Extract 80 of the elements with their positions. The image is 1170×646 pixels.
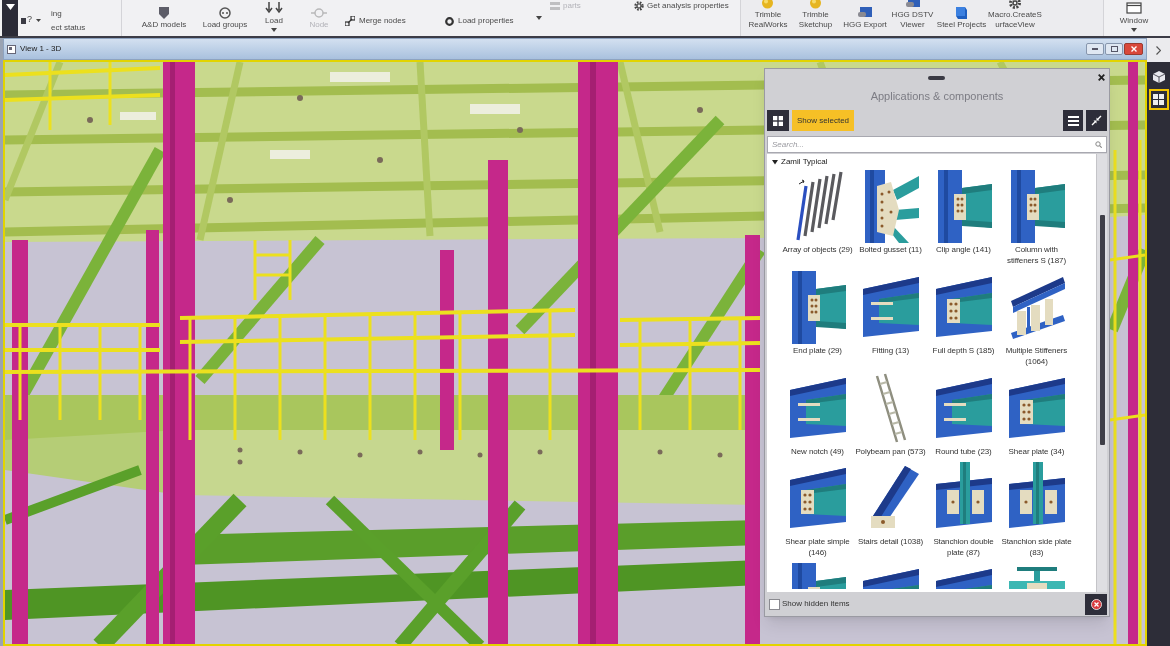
component-tile[interactable]: End plate (29) xyxy=(781,271,854,356)
scrollbar-thumb[interactable] xyxy=(1100,215,1105,445)
close-icon xyxy=(1130,46,1137,52)
show-selected-button[interactable]: Show selected xyxy=(792,110,855,131)
component-tile[interactable]: Fitting (13) xyxy=(854,271,927,356)
caret-icon xyxy=(5,4,15,10)
window-title: View 1 - 3D xyxy=(20,44,62,54)
frame-icon xyxy=(7,44,16,54)
ribbon-button[interactable]: Load groups xyxy=(202,7,248,30)
checkbox-label: Show hidden items xyxy=(782,599,850,609)
component-tile[interactable]: Shear plate simple (146) xyxy=(781,462,854,558)
caret-icon xyxy=(1131,28,1137,32)
component-tile[interactable]: New notch (49) xyxy=(781,372,854,457)
ladder xyxy=(253,240,292,300)
tile-icon xyxy=(904,0,921,9)
list-icon xyxy=(1067,115,1079,126)
tile-icon xyxy=(857,7,873,19)
close-button[interactable] xyxy=(1097,73,1106,82)
ribbon-button[interactable]: Macro.CreateS urfaceView xyxy=(988,0,1042,30)
component-tile[interactable]: Stairs detail (1038) xyxy=(854,462,927,547)
grid-icon xyxy=(773,115,783,126)
ribbon-button[interactable]: Get analysis properties xyxy=(634,1,740,11)
component-tile[interactable]: Stanchion side plate (83) xyxy=(1000,462,1073,558)
component-tile[interactable]: Clip angle (141) xyxy=(927,170,1000,255)
category-header[interactable]: Zamil Typical xyxy=(772,157,828,167)
chevron-right-icon[interactable] xyxy=(1156,45,1161,55)
ribbon-button[interactable]: Merge nodes xyxy=(345,16,444,26)
help-button[interactable]: ? xyxy=(21,14,41,24)
component-tile[interactable]: Polybeam pan (573) xyxy=(854,372,927,457)
stack-icon xyxy=(550,2,560,10)
ribbon-button[interactable]: ect status xyxy=(51,23,86,33)
shield-icon xyxy=(156,7,172,19)
caret-icon xyxy=(271,28,277,32)
split-button[interactable]: Load xyxy=(265,2,283,32)
split-button[interactable]: Window xyxy=(1119,2,1149,32)
ring-icon xyxy=(445,16,454,26)
minimize-button[interactable] xyxy=(1086,43,1104,55)
caret-icon xyxy=(536,16,542,20)
component-tile[interactable]: Shear plate (34) xyxy=(1000,372,1073,457)
search-icon xyxy=(1095,141,1102,148)
close-button[interactable] xyxy=(1124,43,1143,55)
caret-icon xyxy=(36,19,41,22)
ribbon-button[interactable]: Steel Projects xyxy=(936,7,987,30)
component-tile[interactable]: Stanchion double plate (87) xyxy=(927,462,1000,558)
maximize-icon xyxy=(1110,46,1118,52)
square-icon xyxy=(21,18,26,24)
ribbon-button[interactable]: HGG Export xyxy=(843,7,887,30)
maximize-button[interactable] xyxy=(1105,43,1123,55)
ribbon-button[interactable]: HGG DSTV Viewer xyxy=(891,0,934,30)
close-icon xyxy=(1098,74,1105,81)
dropdown-button[interactable] xyxy=(536,16,542,20)
ribbon-button[interactable]: Trimble Sketchup xyxy=(798,0,833,30)
component-tile[interactable]: Multiple Stiffeners (1064) xyxy=(1000,271,1073,367)
list-view-button[interactable] xyxy=(1063,110,1083,131)
component-tile[interactable]: Column with stiffeners S (187) xyxy=(1000,170,1073,266)
clear-button[interactable] xyxy=(1085,593,1107,615)
grid-view-button[interactable] xyxy=(767,110,789,131)
ribbon-button[interactable]: A&D models xyxy=(141,7,187,30)
view-toolbar-button[interactable] xyxy=(1148,89,1169,110)
quick-access-button[interactable] xyxy=(2,0,18,36)
component-tile[interactable]: Round tube (23) xyxy=(927,372,1000,457)
x-circle-icon xyxy=(1090,598,1102,610)
cube-icon xyxy=(1152,70,1165,83)
grid-icon xyxy=(1153,94,1164,105)
ribbon-button[interactable]: Load properties xyxy=(445,16,532,26)
drag-handle[interactable] xyxy=(928,76,945,80)
minimize-icon xyxy=(1092,48,1098,50)
component-tile[interactable]: Bolted gusset (11) xyxy=(854,170,927,255)
panel-title: Applications & components xyxy=(870,90,1004,104)
component-tile[interactable]: Full depth S (185) xyxy=(927,271,1000,356)
collapse-icon xyxy=(1091,115,1102,126)
component-tile[interactable]: Array of objects (29) xyxy=(781,170,854,255)
link-icon xyxy=(345,16,355,26)
block-icon xyxy=(954,7,969,19)
search-field[interactable]: Search... xyxy=(767,136,1107,153)
ribbon-button[interactable]: Trimble RealWorks xyxy=(748,0,788,30)
collapse-button[interactable] xyxy=(1086,110,1107,131)
checkbox[interactable] xyxy=(769,598,780,610)
ribbon-button[interactable]: ing xyxy=(51,9,86,19)
dotted-circle-icon xyxy=(218,7,232,19)
